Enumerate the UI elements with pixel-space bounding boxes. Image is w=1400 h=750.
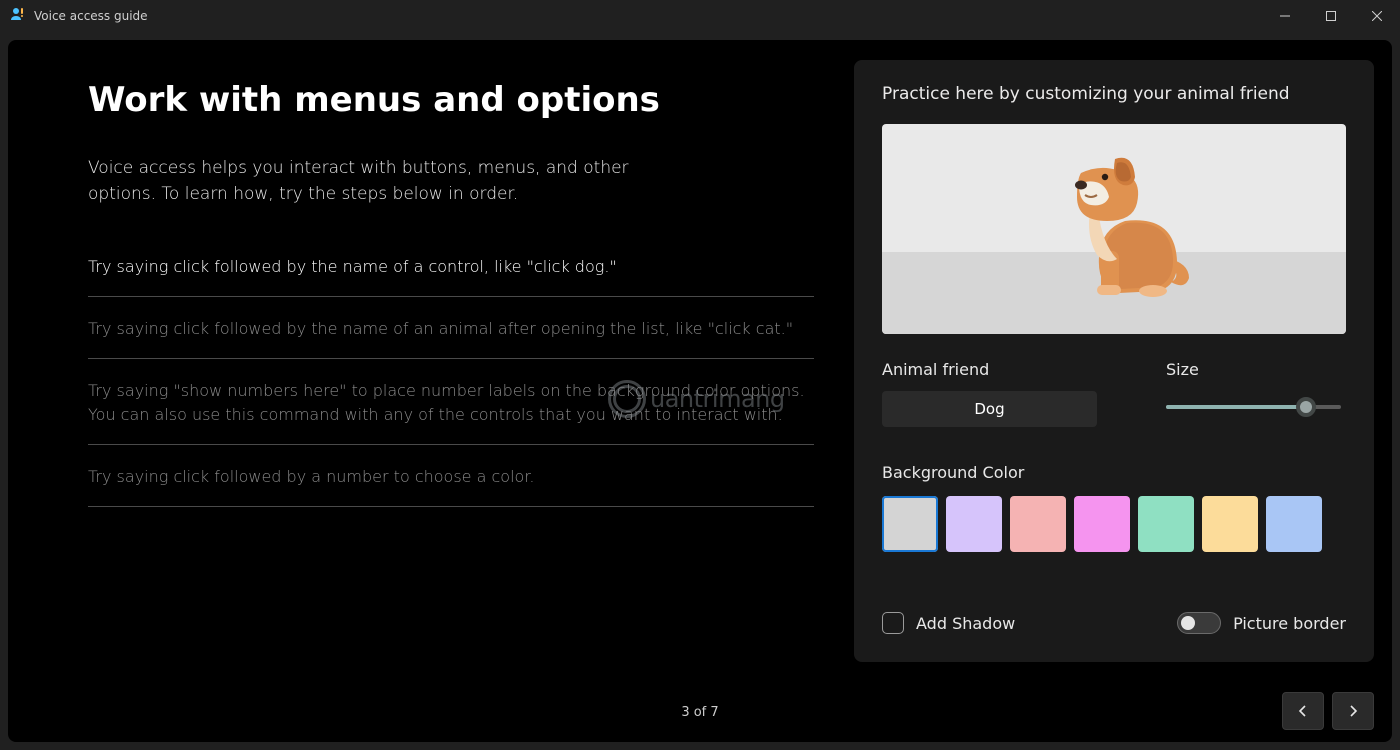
steps-list: Try saying click followed by the name of… (88, 255, 814, 527)
slider-fill (1166, 405, 1306, 409)
instructions-panel: Work with menus and options Voice access… (8, 40, 854, 682)
size-slider[interactable] (1166, 397, 1341, 417)
chevron-left-icon (1296, 704, 1310, 718)
titlebar-left: Voice access guide (10, 6, 148, 26)
picture-border-label: Picture border (1233, 614, 1346, 633)
page-indicator: 3 of 7 (681, 705, 718, 720)
footer: 3 of 7 (8, 682, 1392, 742)
step-item: Try saying click followed by the name of… (88, 317, 814, 359)
toggle-knob (1181, 616, 1195, 630)
maximize-button[interactable] (1308, 0, 1354, 32)
page-title: Work with menus and options (88, 80, 814, 120)
practice-panel: Practice here by customizing your animal… (854, 60, 1374, 662)
color-swatch[interactable] (946, 496, 1002, 552)
color-swatch[interactable] (1010, 496, 1066, 552)
color-swatch[interactable] (1074, 496, 1130, 552)
step-item: Try saying click followed by a number to… (88, 465, 814, 507)
next-button[interactable] (1332, 692, 1374, 730)
step-item: Try saying "show numbers here" to place … (88, 379, 814, 446)
prev-button[interactable] (1282, 692, 1324, 730)
picture-border-toggle[interactable] (1177, 612, 1221, 634)
dog-image (1057, 143, 1207, 302)
controls-row: Animal friend Dog Size (882, 360, 1346, 427)
color-swatch[interactable] (1202, 496, 1258, 552)
nav-buttons (1282, 692, 1374, 730)
size-field: Size (1166, 360, 1346, 427)
add-shadow-label: Add Shadow (916, 614, 1015, 633)
bg-color-label: Background Color (882, 463, 1346, 482)
content: Work with menus and options Voice access… (8, 40, 1392, 682)
options-row: Add Shadow Picture border (882, 612, 1346, 634)
practice-column: Practice here by customizing your animal… (854, 60, 1374, 662)
titlebar: Voice access guide (0, 0, 1400, 32)
size-label: Size (1166, 360, 1346, 379)
slider-thumb[interactable] (1296, 397, 1316, 417)
color-swatch[interactable] (882, 496, 938, 552)
window-controls (1262, 0, 1400, 32)
color-swatch[interactable] (1138, 496, 1194, 552)
add-shadow-checkbox[interactable] (882, 612, 904, 634)
app-icon (10, 6, 26, 26)
chevron-right-icon (1346, 704, 1360, 718)
animal-friend-dropdown[interactable]: Dog (882, 391, 1097, 427)
color-swatch[interactable] (1266, 496, 1322, 552)
add-shadow-option: Add Shadow (882, 612, 1015, 634)
animal-friend-label: Animal friend (882, 360, 1136, 379)
page-intro: Voice access helps you interact with but… (88, 156, 668, 207)
color-swatches (882, 496, 1346, 552)
minimize-button[interactable] (1262, 0, 1308, 32)
practice-heading: Practice here by customizing your animal… (882, 84, 1346, 104)
animal-preview (882, 124, 1346, 334)
picture-border-option: Picture border (1177, 612, 1346, 634)
close-button[interactable] (1354, 0, 1400, 32)
app-window: Voice access guide Work with menus and o… (0, 0, 1400, 750)
step-item: Try saying click followed by the name of… (88, 255, 814, 297)
animal-friend-value: Dog (974, 400, 1004, 418)
main-card: Work with menus and options Voice access… (8, 40, 1392, 742)
animal-friend-field: Animal friend Dog (882, 360, 1136, 427)
window-title: Voice access guide (34, 9, 148, 23)
